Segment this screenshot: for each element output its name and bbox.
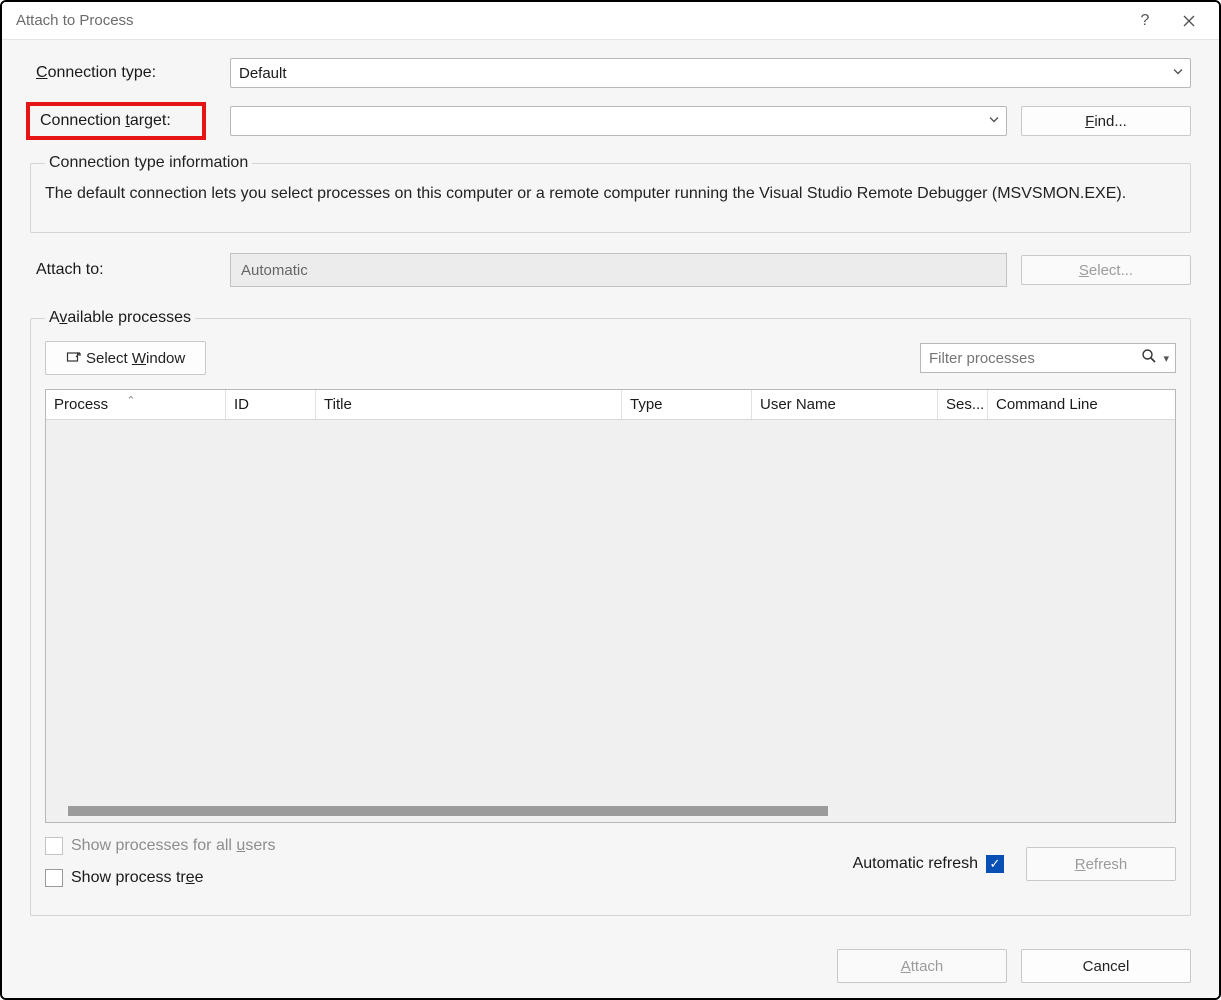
- select-window-button[interactable]: Select Window: [45, 341, 206, 375]
- connection-target-label: Connection target:: [40, 112, 171, 129]
- col-user-name[interactable]: User Name: [752, 390, 938, 419]
- connection-type-info-group: Connection type information The default …: [30, 154, 1191, 233]
- available-processes-legend: Available processes: [45, 309, 195, 327]
- close-button[interactable]: [1167, 5, 1211, 37]
- connection-target-combo[interactable]: [230, 106, 1007, 136]
- filter-dropdown-icon[interactable]: ▾: [1159, 352, 1169, 365]
- connection-type-label: Connection type:: [30, 64, 230, 82]
- select-button[interactable]: Select...: [1021, 255, 1191, 285]
- cancel-button[interactable]: Cancel: [1021, 949, 1191, 983]
- help-button[interactable]: ?: [1123, 5, 1167, 37]
- filter-input-field[interactable]: [927, 349, 1139, 368]
- connection-type-value: Default: [239, 65, 287, 82]
- col-process[interactable]: Process ⌃: [46, 390, 226, 419]
- horizontal-scrollbar[interactable]: [68, 806, 1175, 816]
- process-table[interactable]: Process ⌃ ID Title Type User Name Ses...…: [45, 389, 1176, 823]
- sort-asc-icon: ⌃: [126, 394, 135, 407]
- table-header: Process ⌃ ID Title Type User Name Ses...…: [46, 390, 1175, 420]
- scrollbar-thumb[interactable]: [68, 806, 828, 816]
- chevron-down-icon: [988, 113, 1000, 130]
- connection-type-combo[interactable]: Default: [230, 58, 1191, 88]
- checkbox-box: ✓: [986, 855, 1004, 873]
- close-icon: [1182, 14, 1196, 28]
- attach-to-process-dialog: Attach to Process ? Connection type: Def…: [0, 0, 1221, 1000]
- attach-to-value: Automatic: [241, 262, 308, 279]
- connection-type-info-text: The default connection lets you select p…: [45, 182, 1176, 206]
- connection-type-info-legend: Connection type information: [45, 154, 252, 172]
- automatic-refresh-checkbox[interactable]: Automatic refresh ✓: [853, 855, 1012, 873]
- col-type[interactable]: Type: [622, 390, 752, 419]
- col-command-line[interactable]: Command Line: [988, 390, 1175, 419]
- available-processes-group: Available processes Select Window ▾: [30, 309, 1191, 916]
- show-process-tree-checkbox[interactable]: Show process tree: [45, 869, 835, 887]
- table-body: [46, 420, 1175, 822]
- attach-to-label: Attach to:: [30, 261, 230, 279]
- select-window-icon: [66, 350, 82, 366]
- refresh-button[interactable]: Refresh: [1026, 847, 1176, 881]
- window-title: Attach to Process: [16, 12, 1123, 29]
- dialog-footer: Attach Cancel: [2, 934, 1219, 998]
- connection-target-label-highlight: Connection target:: [26, 102, 206, 140]
- filter-processes-input[interactable]: ▾: [920, 343, 1176, 373]
- checkbox-box: [45, 837, 63, 855]
- checkbox-box: [45, 869, 63, 887]
- col-id[interactable]: ID: [226, 390, 316, 419]
- attach-button[interactable]: Attach: [837, 949, 1007, 983]
- titlebar: Attach to Process ?: [2, 2, 1219, 40]
- show-all-users-checkbox[interactable]: Show processes for all users: [45, 837, 835, 855]
- chevron-down-icon: [1172, 65, 1184, 82]
- attach-to-field: Automatic: [230, 253, 1007, 287]
- col-title[interactable]: Title: [316, 390, 622, 419]
- search-icon: [1139, 348, 1159, 368]
- find-button[interactable]: Find...: [1021, 106, 1191, 136]
- col-session[interactable]: Ses...: [938, 390, 988, 419]
